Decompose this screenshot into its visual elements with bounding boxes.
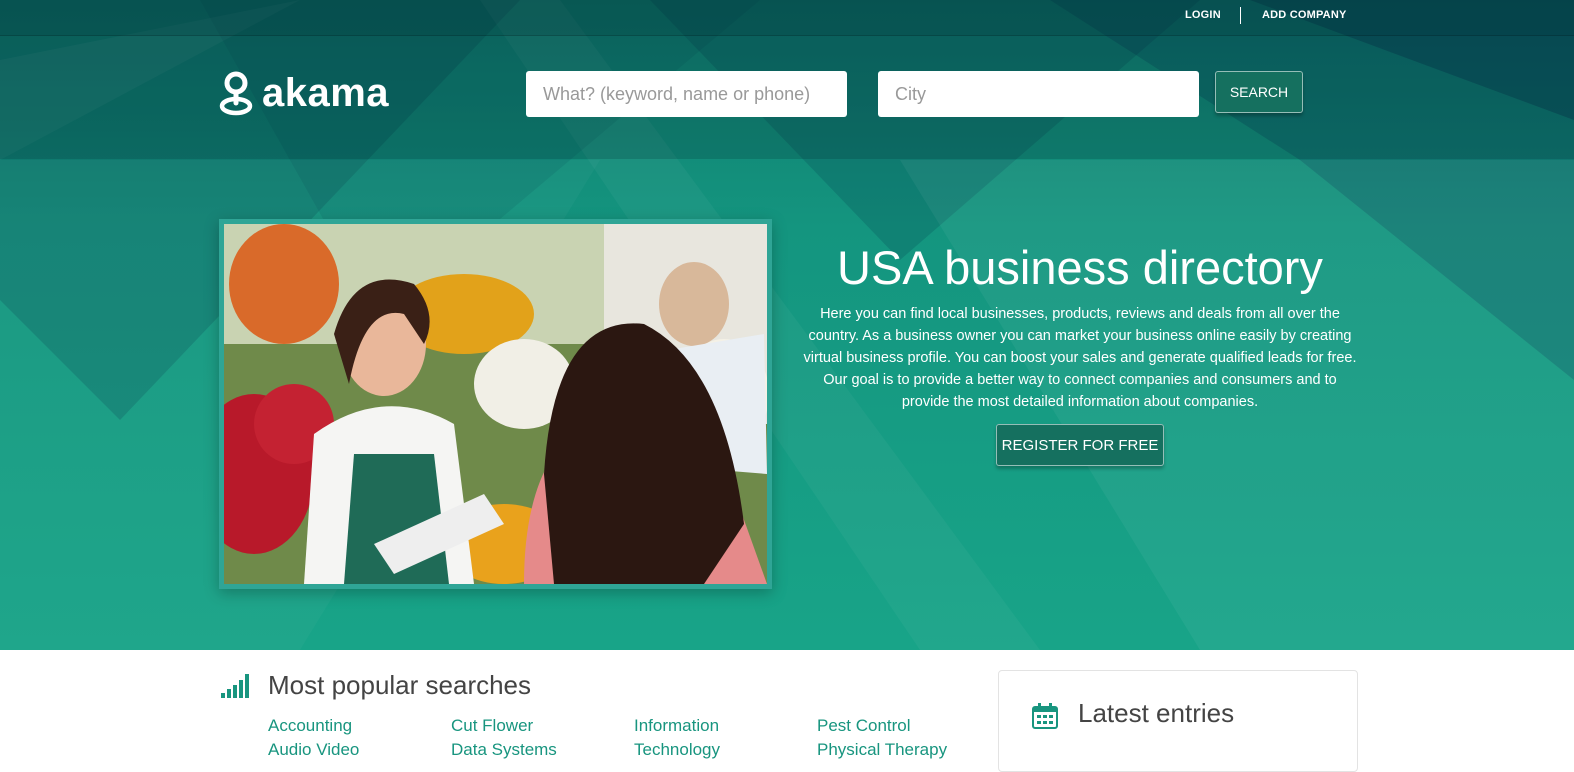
- login-link[interactable]: LOGIN: [1185, 9, 1221, 21]
- search-city-input[interactable]: [878, 71, 1199, 117]
- map-pin-logo-icon: [219, 71, 253, 116]
- popular-searches-title: Most popular searches: [268, 670, 532, 700]
- register-button[interactable]: REGISTER FOR FREE: [996, 424, 1164, 466]
- brand-name: akama: [262, 71, 390, 115]
- topbar-divider: [1240, 7, 1241, 24]
- hero-description: Here you can find local businesses, prod…: [803, 306, 1357, 410]
- latest-entries-title: Latest entries: [1078, 698, 1235, 728]
- popular-search-link[interactable]: Pest Control: [817, 716, 911, 736]
- popular-search-link[interactable]: Accounting: [268, 716, 352, 736]
- add-company-link[interactable]: ADD COMPANY: [1262, 9, 1347, 21]
- popular-search-link[interactable]: Audio Video: [268, 740, 359, 760]
- popular-search-link[interactable]: Cut Flower: [451, 716, 533, 736]
- search-keyword-input[interactable]: [526, 71, 847, 117]
- popular-search-link[interactable]: Physical Therapy: [817, 740, 947, 760]
- calendar-icon: [1032, 703, 1058, 729]
- hero-title: USA business directory: [837, 241, 1323, 294]
- florist-photo: [224, 224, 767, 584]
- popular-search-link[interactable]: Data Systems: [451, 740, 557, 760]
- popular-search-link[interactable]: Technology: [634, 740, 720, 760]
- hero-image: [219, 219, 772, 589]
- logo[interactable]: akama: [219, 70, 389, 116]
- top-bar: LOGIN ADD COMPANY: [0, 0, 1574, 36]
- search-button[interactable]: SEARCH: [1215, 71, 1303, 113]
- bar-chart-icon: [221, 674, 249, 698]
- popular-search-link[interactable]: Information: [634, 716, 719, 736]
